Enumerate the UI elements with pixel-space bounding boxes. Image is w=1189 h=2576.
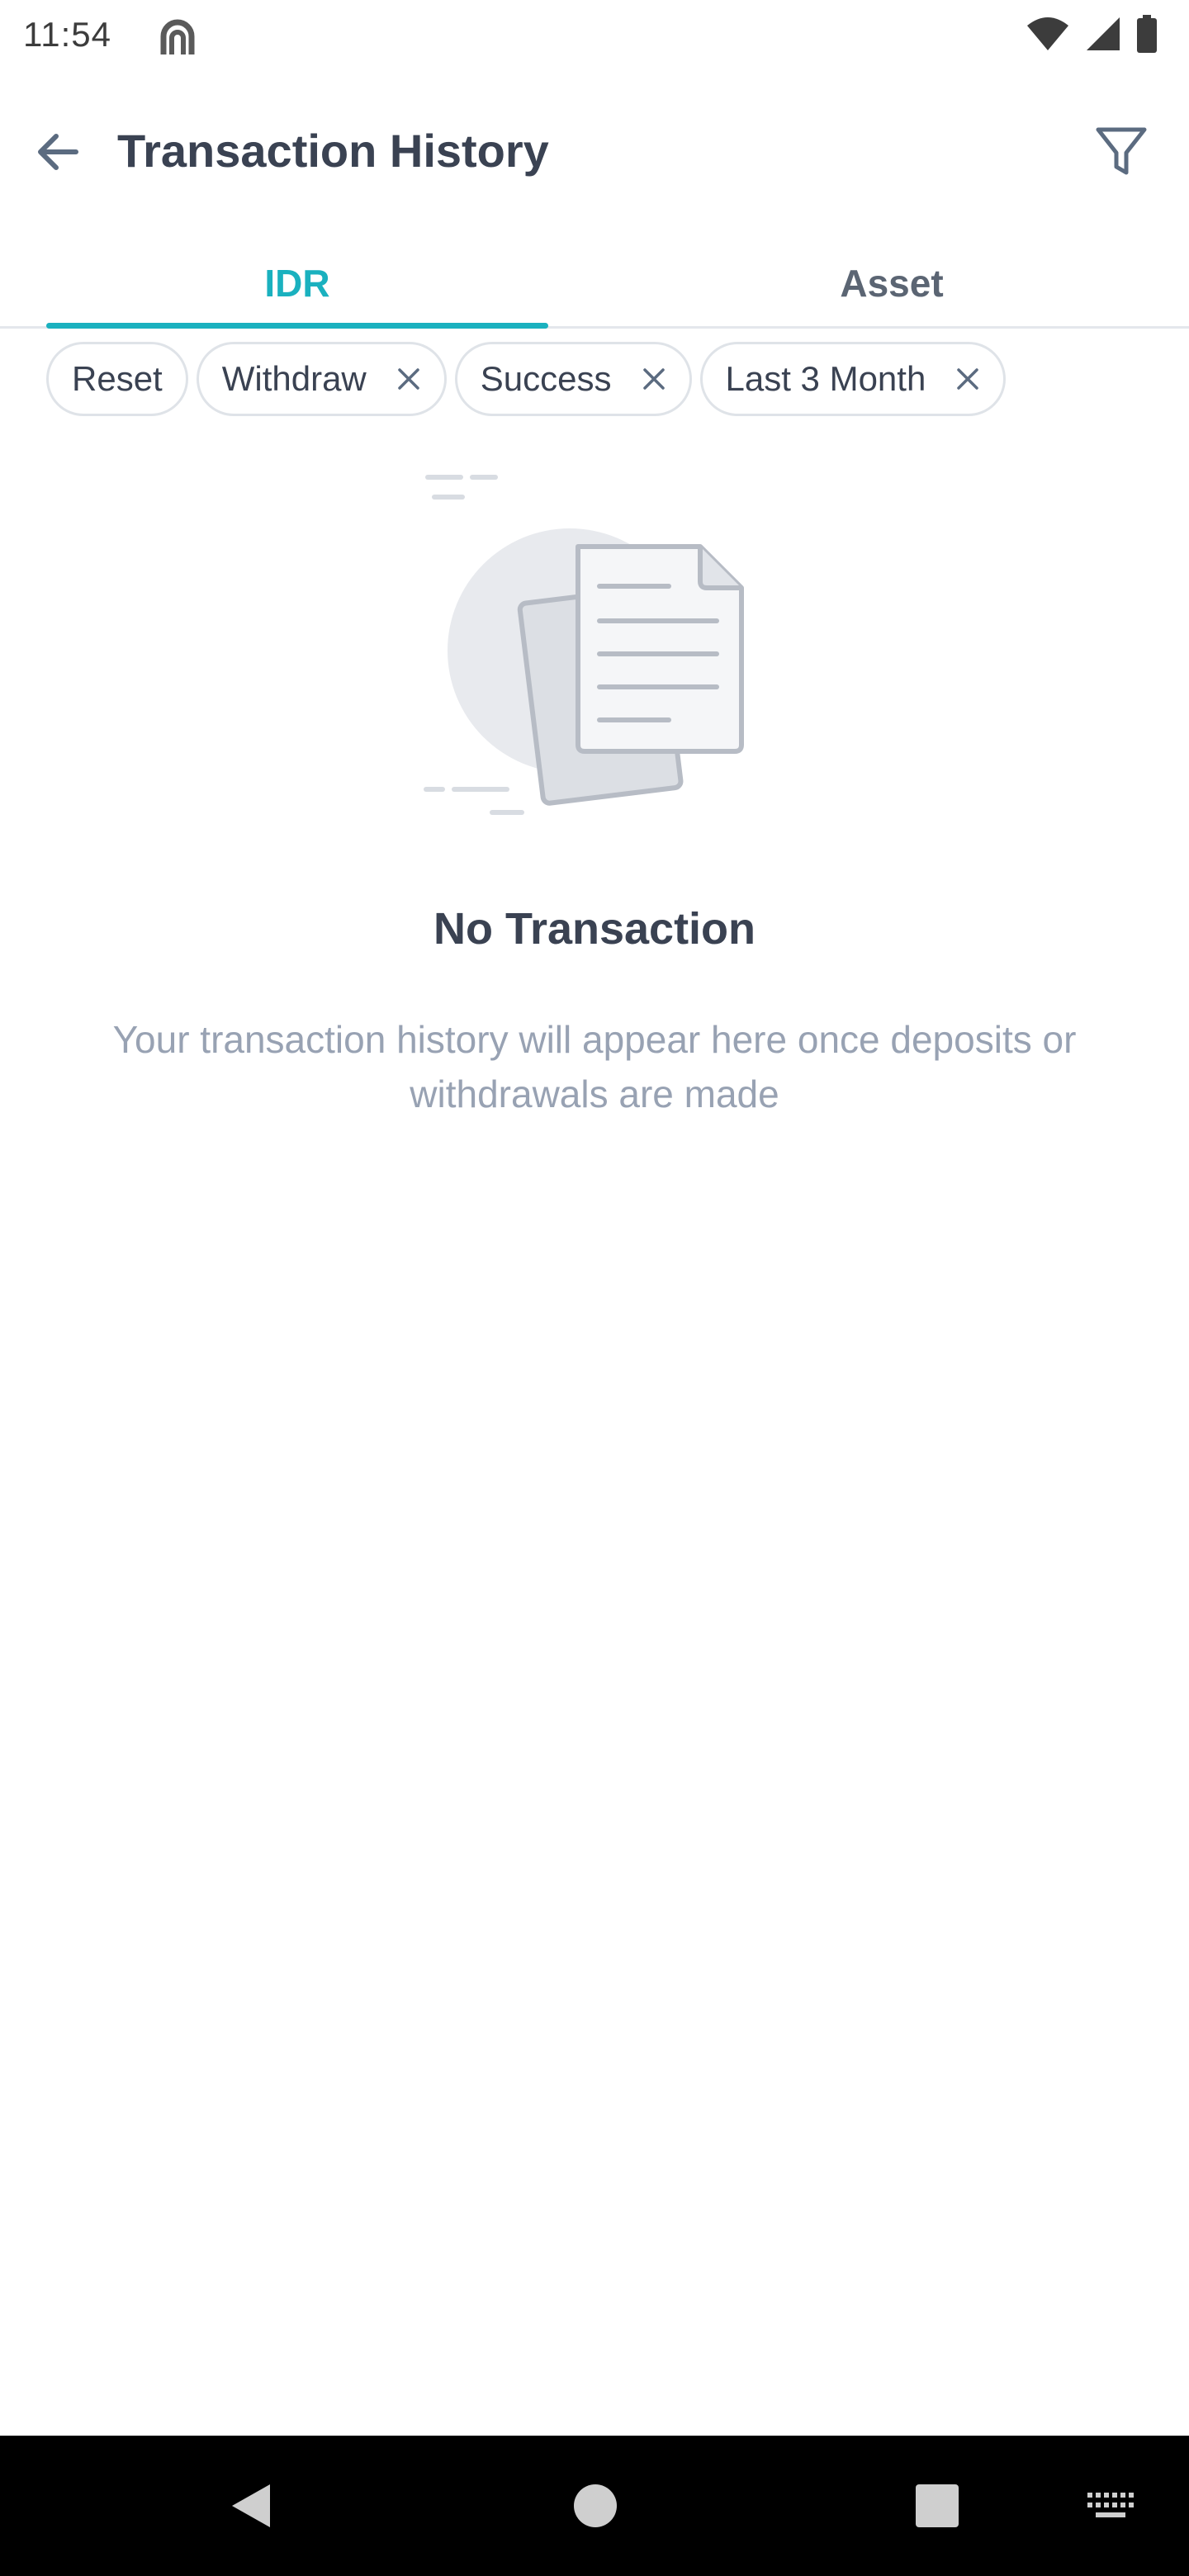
back-button[interactable]	[25, 119, 91, 185]
wifi-icon	[1026, 16, 1070, 56]
battery-icon	[1136, 14, 1158, 57]
status-bar: 11:54	[0, 0, 1189, 73]
tab-bar: IDR Asset	[0, 239, 1189, 329]
chip-label: Reset	[72, 359, 163, 398]
app-bar: Transaction History	[0, 99, 1189, 201]
empty-state-description: Your transaction history will appear her…	[112, 1018, 1077, 1115]
filter-chip-success[interactable]: Success	[454, 342, 692, 416]
empty-state-title: No Transaction	[433, 904, 756, 954]
reset-chip[interactable]: Reset	[46, 342, 188, 416]
app-notification-icon	[154, 13, 201, 61]
page-title: Transaction History	[117, 125, 549, 177]
chip-label: Withdraw	[221, 359, 367, 398]
close-icon[interactable]	[642, 367, 666, 391]
tab-idr[interactable]: IDR	[46, 239, 548, 326]
home-circle-icon[interactable]	[566, 2477, 624, 2535]
keyboard-icon[interactable]	[1082, 2477, 1139, 2535]
active-tab-indicator	[46, 323, 548, 329]
arrow-left-icon	[38, 134, 78, 170]
filter-chip-withdraw[interactable]: Withdraw	[196, 342, 447, 416]
status-icons	[1026, 14, 1158, 57]
close-icon[interactable]	[396, 367, 421, 391]
system-nav-bar	[0, 2436, 1189, 2576]
status-time: 11:54	[23, 15, 111, 54]
filter-chip-period[interactable]: Last 3 Month	[699, 342, 1007, 416]
document-stack-icon	[413, 467, 760, 827]
tab-asset[interactable]: Asset	[641, 239, 1143, 326]
recents-square-icon[interactable]	[908, 2477, 966, 2535]
close-icon[interactable]	[955, 367, 980, 391]
cellular-signal-icon	[1085, 16, 1121, 56]
back-triangle-icon[interactable]	[221, 2477, 279, 2535]
funnel-icon	[1096, 127, 1147, 175]
filter-button[interactable]	[1087, 117, 1156, 187]
chip-label: Last 3 Month	[725, 359, 926, 398]
filter-chips: Reset Withdraw Success Last 3 Month	[46, 342, 1007, 416]
chip-label: Success	[480, 359, 612, 398]
